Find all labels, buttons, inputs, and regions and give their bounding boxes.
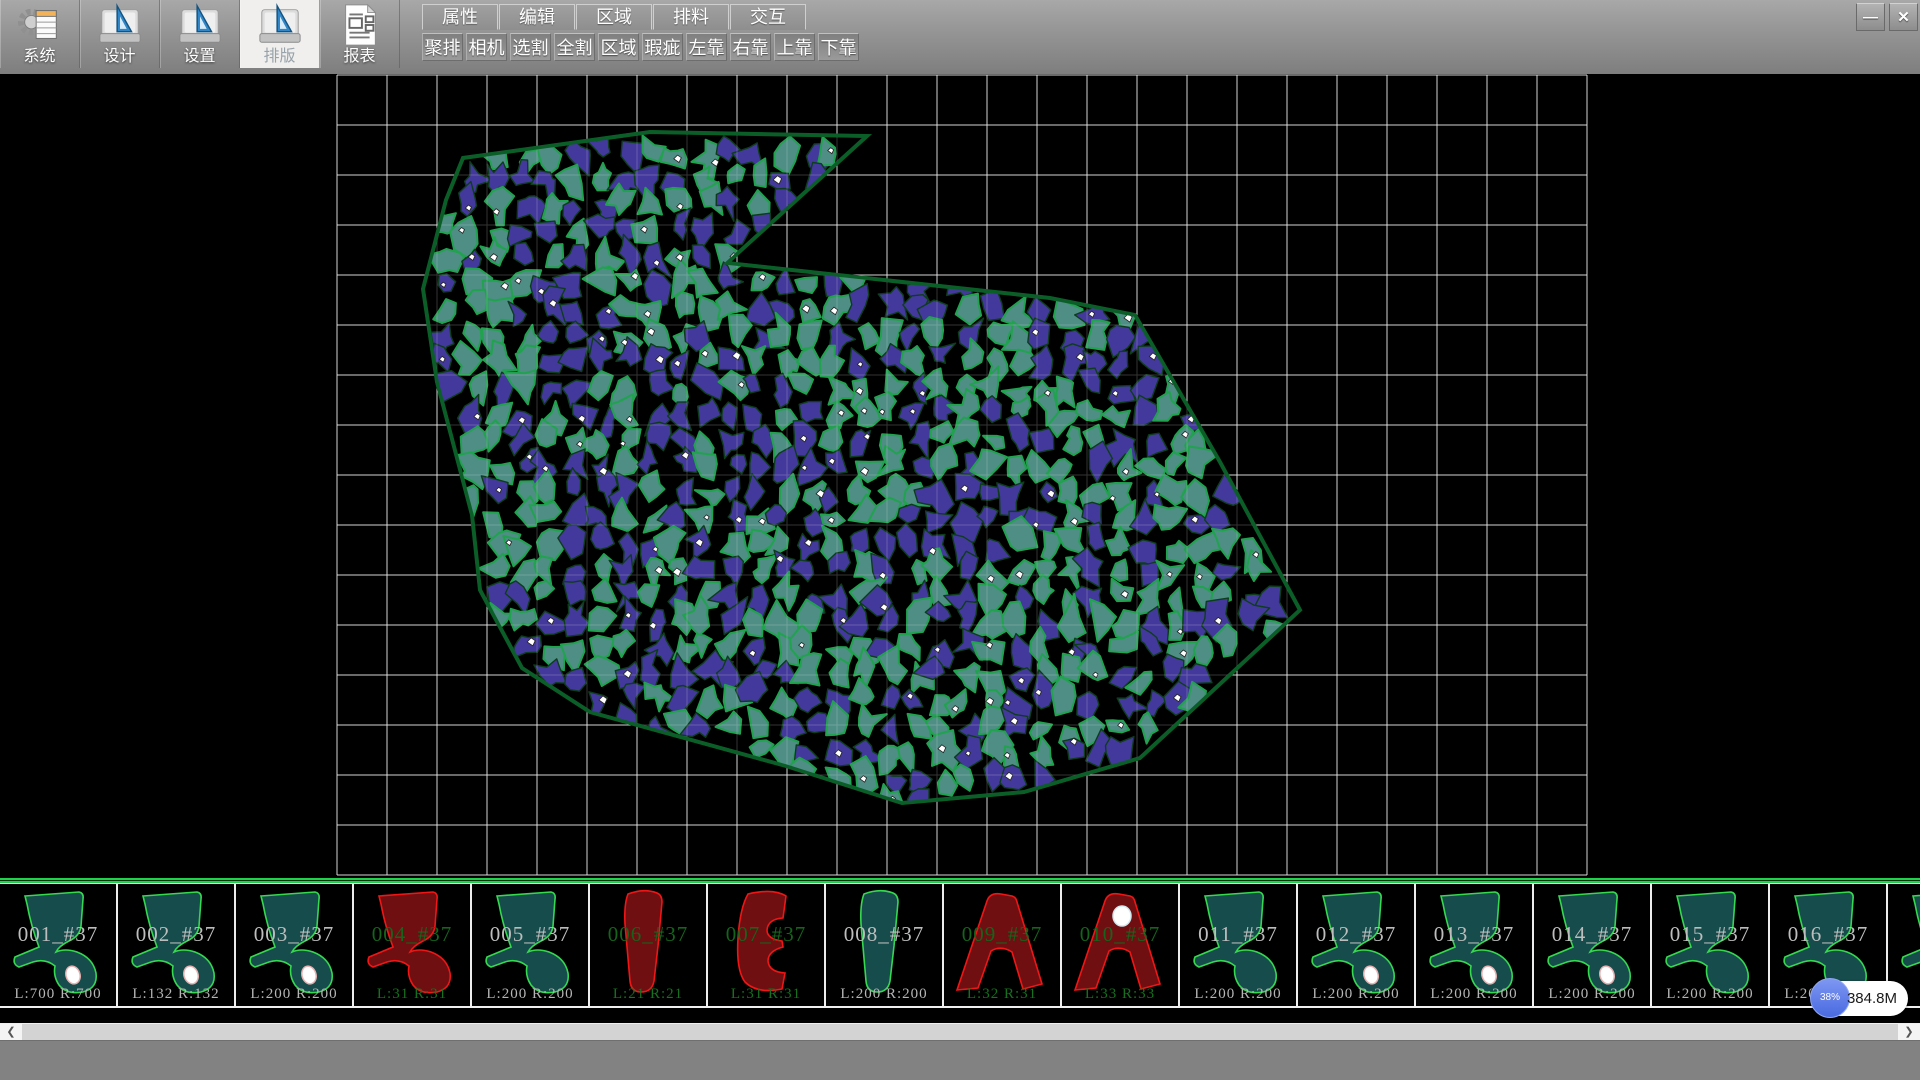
menu-tab-bar: 属性编辑区域排料交互 (422, 4, 806, 30)
part-thumbnail-005_#37[interactable]: 005_#37 L:200 R:200 (472, 884, 590, 1006)
part-lr-count-label: L:200 R:200 (1652, 986, 1768, 1003)
part-id-label: 005_#37 (472, 922, 588, 947)
part-id-label: 006_#37 (590, 922, 706, 947)
settings-ruler-icon (177, 2, 223, 48)
part-lr-count-label: L:32 R:31 (944, 986, 1060, 1003)
part-thumbnail-001_#37[interactable]: 001_#37 L:700 R:700 (0, 884, 118, 1006)
part-lr-count-label: L:700 R:700 (0, 986, 116, 1003)
action-button-下靠[interactable]: 下靠 (818, 33, 859, 61)
main-button-设计[interactable]: 设计 (80, 0, 160, 68)
memory-value-label: 384.8M (1847, 981, 1897, 1016)
part-thumbnail-007_#37[interactable]: 007_#37 L:31 R:31 (708, 884, 826, 1006)
part-id-label: 011_#37 (1180, 922, 1296, 947)
memory-status-badge: 38% 384.8M (1812, 981, 1908, 1016)
main-button-设置[interactable]: 设置 (160, 0, 240, 68)
action-button-聚排[interactable]: 聚排 (422, 33, 463, 61)
design-ruler-icon (97, 2, 143, 48)
nesting-canvas[interactable] (0, 74, 1920, 878)
action-button-row: 聚排相机选割全割区域瑕疵左靠右靠上靠下靠 (422, 33, 859, 61)
report-doc-icon (337, 2, 383, 48)
main-button-排版[interactable]: 排版 (240, 0, 320, 68)
part-id-label: 012_#37 (1298, 922, 1414, 947)
part-id-label: 008_#37 (826, 922, 942, 947)
part-id-label: 003_#37 (236, 922, 352, 947)
action-button-区域[interactable]: 区域 (598, 33, 639, 61)
part-id-label: 002_#37 (118, 922, 234, 947)
minimize-button[interactable]: — (1856, 3, 1885, 31)
part-id-label: 009_#37 (944, 922, 1060, 947)
main-button-label: 排版 (240, 48, 319, 66)
part-thumbnail-014_#37[interactable]: 014_#37 L:200 R:200 (1534, 884, 1652, 1006)
menu-tab-属性[interactable]: 属性 (422, 4, 498, 30)
progress-percent-badge: 38% (1810, 978, 1850, 1018)
action-button-相机[interactable]: 相机 (466, 33, 507, 61)
scroll-right-button[interactable]: ❯ (1898, 1024, 1920, 1040)
part-id-label: 010_#37 (1062, 922, 1178, 947)
part-lr-count-label: L:200 R:200 (826, 986, 942, 1003)
menu-tab-编辑[interactable]: 编辑 (499, 4, 575, 30)
action-button-左靠[interactable]: 左靠 (686, 33, 727, 61)
menu-tab-区域[interactable]: 区域 (576, 4, 652, 30)
part-id-label: 0 (1888, 922, 1920, 947)
part-lr-count-label: L:200 R:200 (1298, 986, 1414, 1003)
part-thumbnail-011_#37[interactable]: 011_#37 L:200 R:200 (1180, 884, 1298, 1006)
main-button-group: 系统设计设置排版报表 (0, 0, 400, 68)
close-button[interactable]: ✕ (1889, 3, 1918, 31)
part-id-label: 013_#37 (1416, 922, 1532, 947)
status-bar (0, 1040, 1920, 1080)
strip-bottom-gap (0, 1008, 1920, 1023)
parts-horizontal-scrollbar[interactable]: ❮ ❯ (0, 1023, 1920, 1040)
part-lr-count-label: L:31 R:31 (708, 986, 824, 1003)
main-button-label: 报表 (320, 48, 399, 66)
part-lr-count-label: L:200 R:200 (236, 986, 352, 1003)
part-thumbnail-009_#37[interactable]: 009_#37 L:32 R:31 (944, 884, 1062, 1006)
action-button-全割[interactable]: 全割 (554, 33, 595, 61)
part-lr-count-label: L:200 R:200 (1180, 986, 1296, 1003)
part-lr-count-label: L:200 R:200 (472, 986, 588, 1003)
part-id-label: 004_#37 (354, 922, 470, 947)
action-button-选割[interactable]: 选割 (510, 33, 551, 61)
action-button-上靠[interactable]: 上靠 (774, 33, 815, 61)
part-thumbnail-006_#37[interactable]: 006_#37 L:21 R:21 (590, 884, 708, 1006)
part-thumbnail-015_#37[interactable]: 015_#37 L:200 R:200 (1652, 884, 1770, 1006)
main-button-系统[interactable]: 系统 (0, 0, 80, 68)
system-gear-icon (17, 2, 63, 48)
main-toolbar: 系统设计设置排版报表 属性编辑区域排料交互 聚排相机选割全割区域瑕疵左靠右靠上靠… (0, 0, 1920, 75)
part-lr-count-label: L:200 R:200 (1534, 986, 1650, 1003)
part-lr-count-label: L:21 R:21 (590, 986, 706, 1003)
main-button-label: 设置 (160, 48, 239, 66)
part-id-label: 001_#37 (0, 922, 116, 947)
action-button-瑕疵[interactable]: 瑕疵 (642, 33, 683, 61)
menu-tab-交互[interactable]: 交互 (730, 4, 806, 30)
part-lr-count-label: L:33 R:33 (1062, 986, 1178, 1003)
main-button-label: 设计 (80, 48, 159, 66)
part-thumbnail-012_#37[interactable]: 012_#37 L:200 R:200 (1298, 884, 1416, 1006)
main-button-报表[interactable]: 报表 (320, 0, 400, 68)
part-thumbnail-002_#37[interactable]: 002_#37 L:132 R:132 (118, 884, 236, 1006)
part-thumbnail-008_#37[interactable]: 008_#37 L:200 R:200 (826, 884, 944, 1006)
action-button-右靠[interactable]: 右靠 (730, 33, 771, 61)
main-button-label: 系统 (0, 48, 79, 66)
part-lr-count-label: L:31 R:31 (354, 986, 470, 1003)
window-controls: — ✕ (1856, 3, 1918, 31)
app-window: 系统设计设置排版报表 属性编辑区域排料交互 聚排相机选割全割区域瑕疵左靠右靠上靠… (0, 0, 1920, 1080)
part-id-label: 016_#37 (1770, 922, 1886, 947)
part-thumbnail-010_#37[interactable]: 010_#37 L:33 R:33 (1062, 884, 1180, 1006)
part-thumbnail-013_#37[interactable]: 013_#37 L:200 R:200 (1416, 884, 1534, 1006)
nesting-ruler-icon (257, 2, 303, 48)
part-thumbnail-004_#37[interactable]: 004_#37 L:31 R:31 (354, 884, 472, 1006)
part-thumbnail-003_#37[interactable]: 003_#37 L:200 R:200 (236, 884, 354, 1006)
parts-thumbnail-strip: 001_#37L:700 R:700002_#37L:132 R:132003_… (0, 883, 1920, 1008)
part-id-label: 007_#37 (708, 922, 824, 947)
menu-tab-排料[interactable]: 排料 (653, 4, 729, 30)
part-lr-count-label: L:132 R:132 (118, 986, 234, 1003)
part-lr-count-label: L:200 R:200 (1416, 986, 1532, 1003)
hide-layout-drawing (0, 74, 1920, 878)
part-id-label: 015_#37 (1652, 922, 1768, 947)
part-id-label: 014_#37 (1534, 922, 1650, 947)
scroll-left-button[interactable]: ❮ (0, 1024, 22, 1040)
